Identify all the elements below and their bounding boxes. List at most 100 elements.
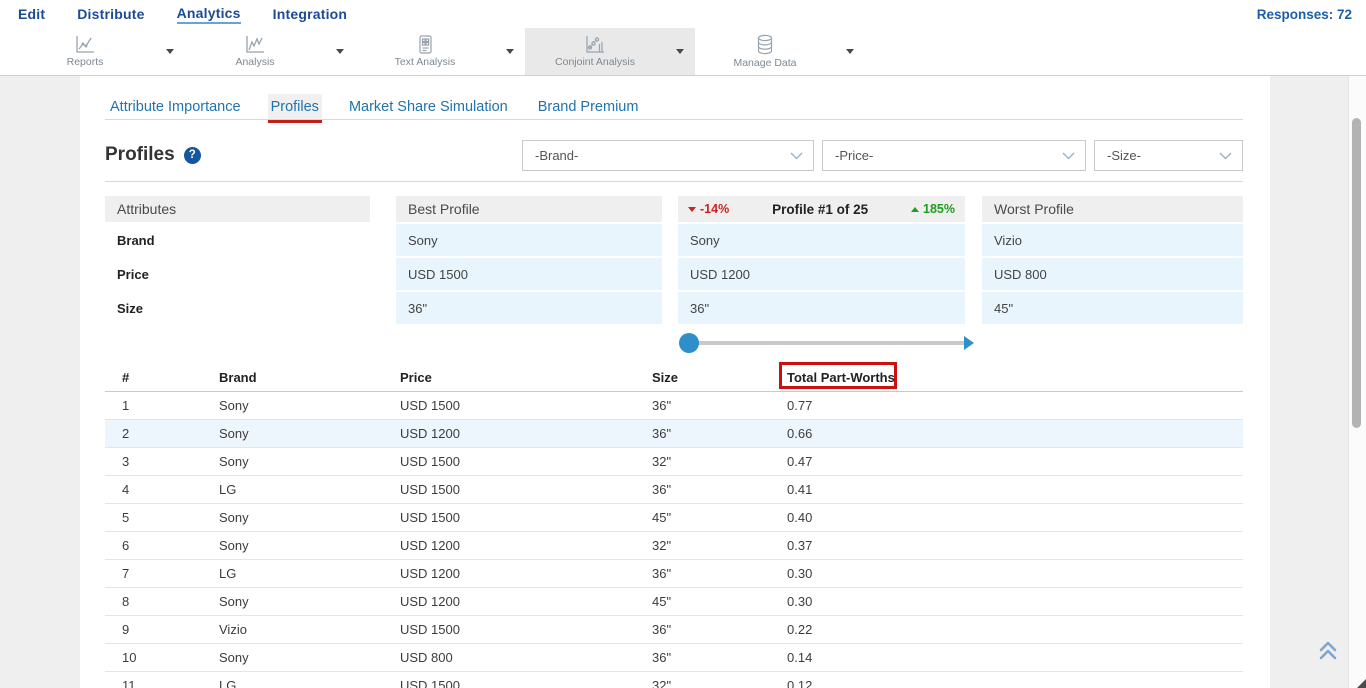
table-row[interactable]: 10 Sony USD 800 36" 0.14 (105, 644, 1243, 672)
cell-price: USD 1200 (400, 594, 652, 609)
table-row[interactable]: 3 Sony USD 1500 32" 0.47 (105, 448, 1243, 476)
cell-total-part-worths: 0.47 (787, 454, 1243, 469)
tab-market-share-simulation[interactable]: Market Share Simulation (346, 94, 511, 119)
price-filter-dropdown[interactable]: -Price- (822, 140, 1086, 171)
tab-attribute-importance[interactable]: Attribute Importance (107, 94, 244, 119)
tab-brand-premium[interactable]: Brand Premium (535, 94, 642, 119)
help-icon[interactable]: ? (184, 147, 201, 164)
worst-profile-brand: Vizio (982, 224, 1243, 256)
cell-num: 7 (122, 566, 219, 581)
cell-brand: Vizio (219, 622, 400, 637)
cell-size: 36" (652, 622, 787, 637)
nav-distribute[interactable]: Distribute (77, 6, 144, 22)
best-profile-size: 36" (396, 292, 662, 324)
cell-num: 6 (122, 538, 219, 553)
top-navigation: Edit Distribute Analytics Integration Re… (0, 0, 1366, 28)
zigzag-chart-icon (243, 35, 267, 55)
table-row[interactable]: 8 Sony USD 1200 45" 0.30 (105, 588, 1243, 616)
chevron-down-icon (1219, 152, 1232, 160)
parts-table-header: # Brand Price Size Total Part-Worths (105, 364, 1243, 391)
col-header-price: Price (400, 370, 652, 385)
cell-price: USD 1500 (400, 678, 652, 688)
toolbar-item-text-analysis[interactable]: Text Analysis (355, 28, 525, 75)
responses-count[interactable]: Responses: 72 (1257, 7, 1352, 22)
cell-brand: LG (219, 678, 400, 688)
table-row[interactable]: 9 Vizio USD 1500 36" 0.22 (105, 616, 1243, 644)
table-row[interactable]: 2 Sony USD 1200 36" 0.66 (105, 420, 1243, 448)
slider-right-arrow-icon[interactable] (964, 336, 974, 350)
cell-total-part-worths: 0.22 (787, 622, 1243, 637)
cell-brand: Sony (219, 398, 400, 413)
col-header-brand: Brand (219, 370, 400, 385)
nav-edit[interactable]: Edit (18, 6, 45, 22)
price-filter-value: -Price- (835, 148, 1062, 163)
table-row[interactable]: 1 Sony USD 1500 36" 0.77 (105, 392, 1243, 420)
size-filter-dropdown[interactable]: -Size- (1094, 140, 1243, 171)
profile-slider-track[interactable] (688, 341, 966, 345)
toolbar-item-reports[interactable]: Reports (15, 28, 185, 75)
toolbar-item-conjoint-analysis[interactable]: Conjoint Analysis (525, 28, 695, 75)
heading-divider (105, 181, 1243, 182)
table-row[interactable]: 6 Sony USD 1200 32" 0.37 (105, 532, 1243, 560)
cell-num: 3 (122, 454, 219, 469)
back-to-top-icon[interactable] (1314, 638, 1342, 664)
nav-analytics[interactable]: Analytics (177, 5, 241, 24)
current-profile-size: 36" (678, 292, 965, 324)
caret-down-icon (506, 49, 514, 54)
cell-brand: Sony (219, 650, 400, 665)
cell-size: 45" (652, 594, 787, 609)
triangle-up-icon (911, 207, 919, 212)
col-header-num: # (122, 370, 219, 385)
scrollbar-thumb[interactable] (1352, 118, 1361, 428)
chevron-down-icon (790, 152, 803, 160)
cell-total-part-worths: 0.41 (787, 482, 1243, 497)
cell-size: 45" (652, 510, 787, 525)
profile-decrease-badge: -14% (688, 202, 729, 216)
database-icon (753, 34, 777, 56)
analysis-dropdown-caret[interactable] (325, 49, 355, 54)
worst-profile-price: USD 800 (982, 258, 1243, 290)
brand-filter-dropdown[interactable]: -Brand- (522, 140, 814, 171)
toolbar-item-label: Conjoint Analysis (555, 56, 635, 68)
analytics-toolbar: Reports Analysis Text Ana (0, 28, 1366, 76)
tab-profiles[interactable]: Profiles (268, 94, 322, 119)
profile-slider-handle[interactable] (679, 333, 699, 353)
best-profile-brand: Sony (396, 224, 662, 256)
conjoint-analysis-dropdown-caret[interactable] (665, 49, 695, 54)
toolbar-item-label: Analysis (235, 56, 274, 68)
toolbar-item-analysis[interactable]: Analysis (185, 28, 355, 75)
cell-size: 36" (652, 426, 787, 441)
reports-dropdown-caret[interactable] (155, 49, 185, 54)
manage-data-dropdown-caret[interactable] (835, 49, 865, 54)
cell-price: USD 1500 (400, 398, 652, 413)
toolbar-item-manage-data[interactable]: Manage Data (695, 28, 865, 75)
nav-integration[interactable]: Integration (273, 6, 348, 22)
table-row[interactable]: 4 LG USD 1500 36" 0.41 (105, 476, 1243, 504)
table-row[interactable]: 11 LG USD 1500 32" 0.12 (105, 672, 1243, 688)
cell-size: 32" (652, 454, 787, 469)
cell-price: USD 1200 (400, 426, 652, 441)
line-chart-icon (73, 35, 97, 55)
best-profile-price: USD 1500 (396, 258, 662, 290)
table-row[interactable]: 5 Sony USD 1500 45" 0.40 (105, 504, 1243, 532)
current-profile-title: Profile #1 of 25 (772, 202, 868, 217)
text-analysis-dropdown-caret[interactable] (495, 49, 525, 54)
attribute-label-price: Price (105, 258, 370, 290)
attribute-label-size: Size (105, 292, 370, 324)
cell-num: 1 (122, 398, 219, 413)
cell-num: 10 (122, 650, 219, 665)
caret-down-icon (336, 49, 344, 54)
toolbar-item-label: Reports (67, 56, 104, 68)
table-row[interactable]: 7 LG USD 1200 36" 0.30 (105, 560, 1243, 588)
cell-price: USD 800 (400, 650, 652, 665)
cell-brand: Sony (219, 426, 400, 441)
cell-price: USD 1200 (400, 566, 652, 581)
tabs-divider (105, 119, 1243, 120)
cell-total-part-worths: 0.77 (787, 398, 1243, 413)
brand-filter-value: -Brand- (535, 148, 790, 163)
cell-total-part-worths: 0.30 (787, 566, 1243, 581)
best-profile-header: Best Profile (396, 196, 662, 222)
cell-total-part-worths: 0.37 (787, 538, 1243, 553)
cell-brand: Sony (219, 538, 400, 553)
cell-num: 9 (122, 622, 219, 637)
